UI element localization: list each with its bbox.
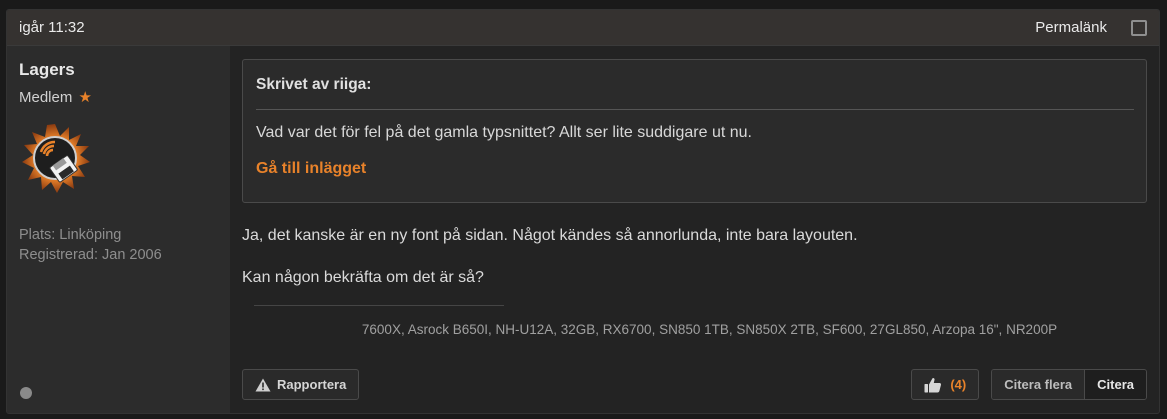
report-button[interactable]: Rapportera	[242, 369, 360, 400]
author-location: Plats: Linköping	[19, 227, 122, 243]
post-message: Ja, det kanske är en ny font på sidan. N…	[242, 227, 1147, 287]
signature-divider	[254, 305, 504, 306]
quote-author: Skrivet av riiga:	[256, 76, 372, 93]
quote-multiple-button[interactable]: Citera flera	[992, 370, 1085, 399]
quote-block: Skrivet av riiga: Vad var det för fel på…	[242, 59, 1147, 203]
post-body: Lagers Medlem ★ Plats: Linköping Registr…	[7, 46, 1159, 413]
quote-button-group: Citera flera Citera	[991, 369, 1147, 400]
message-paragraph: Kan någon bekräfta om det är så?	[242, 269, 484, 286]
quote-divider	[256, 109, 1134, 110]
author-role: Medlem ★	[19, 88, 218, 106]
post-header: igår 11:32 Permalänk	[7, 10, 1159, 46]
author-name[interactable]: Lagers	[19, 60, 218, 80]
author-registered: Registrerad: Jan 2006	[19, 247, 162, 263]
floppy-disk-avatar-icon[interactable]	[19, 122, 91, 194]
warning-icon	[255, 378, 271, 391]
online-status-indicator	[20, 387, 32, 399]
user-signature: 7600X, Asrock B650I, NH-U12A, 32GB, RX67…	[361, 322, 1058, 337]
permalink-link[interactable]: Permalänk	[1035, 19, 1107, 36]
post-header-actions: Permalänk	[1035, 19, 1147, 36]
post-actions-right: (4) Citera flera Citera	[911, 369, 1147, 400]
author-role-label: Medlem	[19, 89, 73, 106]
quote-button[interactable]: Citera	[1084, 370, 1146, 399]
post-content: Skrivet av riiga: Vad var det för fel på…	[230, 46, 1159, 413]
select-post-checkbox[interactable]	[1131, 19, 1147, 36]
thumbs-up-icon	[924, 377, 942, 392]
quote-text: Vad var det för fel på det gamla typsnit…	[256, 124, 752, 141]
like-count: (4)	[950, 377, 967, 392]
message-paragraph: Ja, det kanske är en ny font på sidan. N…	[242, 227, 858, 244]
like-button[interactable]: (4)	[911, 369, 980, 400]
post-actions: Rapportera (4) Citera flera Citera	[242, 369, 1147, 400]
forum-post: igår 11:32 Permalänk Lagers Medlem ★ Pla…	[6, 9, 1160, 414]
star-icon: ★	[78, 89, 92, 106]
report-button-label: Rapportera	[277, 377, 347, 392]
author-meta: Plats: Linköping Registrerad: Jan 2006	[19, 225, 218, 265]
post-date: igår 11:32	[19, 19, 85, 36]
go-to-post-link[interactable]: Gå till inlägget	[256, 160, 1134, 178]
user-panel: Lagers Medlem ★ Plats: Linköping Registr…	[7, 46, 230, 413]
